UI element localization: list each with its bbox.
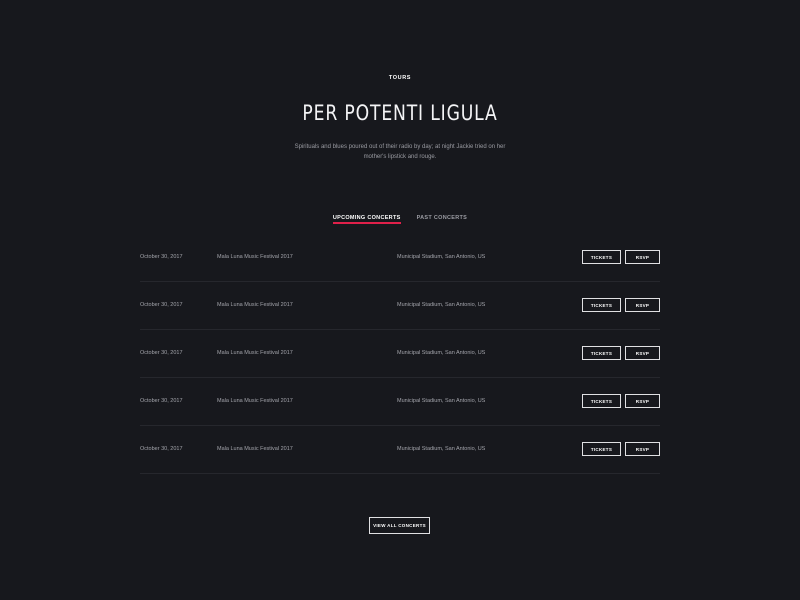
- concert-venue: Municipal Stadium, San Antonio, US: [397, 350, 486, 356]
- rsvp-button[interactable]: RSVP: [625, 250, 660, 264]
- rsvp-button[interactable]: RSVP: [625, 442, 660, 456]
- concert-event: Mala Luna Music Festival 2017: [217, 254, 293, 260]
- section-subtitle: Spirituals and blues poured out of their…: [294, 144, 506, 160]
- concert-date: October 30, 2017: [140, 398, 183, 404]
- tickets-button[interactable]: TICKETS: [582, 250, 621, 264]
- concert-event: Mala Luna Music Festival 2017: [217, 302, 293, 308]
- concert-row: October 30, 2017 Mala Luna Music Festiva…: [140, 426, 660, 474]
- tickets-button[interactable]: TICKETS: [582, 394, 621, 408]
- concert-venue: Municipal Stadium, San Antonio, US: [397, 254, 486, 260]
- tab-past-concerts[interactable]: PAST CONCERTS: [417, 215, 468, 224]
- page-title: PER POTENTI LIGULA: [302, 101, 498, 125]
- concert-event: Mala Luna Music Festival 2017: [217, 398, 293, 404]
- concert-row: October 30, 2017 Mala Luna Music Festiva…: [140, 234, 660, 282]
- rsvp-button[interactable]: RSVP: [625, 394, 660, 408]
- concert-venue: Municipal Stadium, San Antonio, US: [397, 398, 486, 404]
- concert-row: October 30, 2017 Mala Luna Music Festiva…: [140, 282, 660, 330]
- concert-date: October 30, 2017: [140, 254, 183, 260]
- rsvp-button[interactable]: RSVP: [625, 346, 660, 360]
- concert-event: Mala Luna Music Festival 2017: [217, 350, 293, 356]
- concert-date: October 30, 2017: [140, 446, 183, 452]
- tab-upcoming-concerts[interactable]: UPCOMING CONCERTS: [332, 215, 401, 224]
- concert-venue: Municipal Stadium, San Antonio, US: [397, 446, 486, 452]
- tickets-button[interactable]: TICKETS: [582, 442, 621, 456]
- concert-event: Mala Luna Music Festival 2017: [217, 446, 293, 452]
- concert-list: October 30, 2017 Mala Luna Music Festiva…: [140, 234, 660, 474]
- concert-row: October 30, 2017 Mala Luna Music Festiva…: [140, 330, 660, 378]
- concert-venue: Municipal Stadium, San Antonio, US: [397, 302, 486, 308]
- concert-date: October 30, 2017: [140, 302, 183, 308]
- concert-row: October 30, 2017 Mala Luna Music Festiva…: [140, 378, 660, 426]
- concert-tabs: UPCOMING CONCERTS PAST CONCERTS: [0, 215, 800, 224]
- rsvp-button[interactable]: RSVP: [625, 298, 660, 312]
- concert-date: October 30, 2017: [140, 350, 183, 356]
- view-all-concerts-button[interactable]: VIEW ALL CONCERTS: [369, 517, 430, 534]
- section-eyebrow: TOURS: [388, 75, 412, 81]
- tickets-button[interactable]: TICKETS: [582, 346, 621, 360]
- tours-section: TOURS PER POTENTI LIGULA Spirituals and …: [0, 0, 800, 600]
- tickets-button[interactable]: TICKETS: [582, 298, 621, 312]
